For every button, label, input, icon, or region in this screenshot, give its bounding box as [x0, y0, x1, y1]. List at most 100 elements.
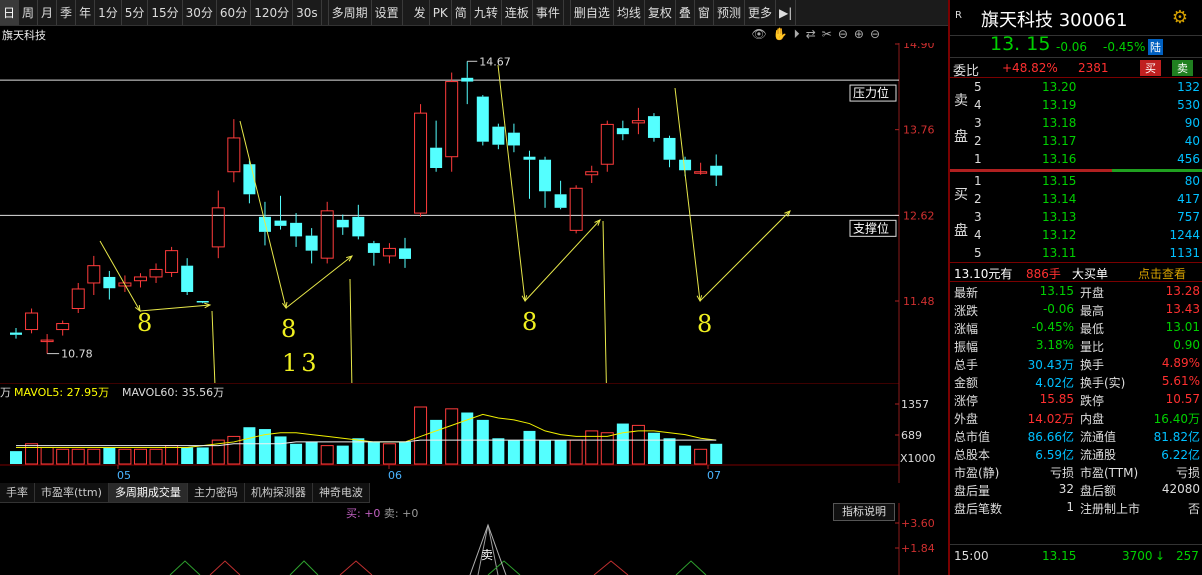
candle: [616, 120, 629, 141]
vol-tick-label: 1357: [901, 398, 929, 411]
indicator-tab-0[interactable]: 手率: [0, 483, 35, 502]
volume-bar: [445, 408, 459, 465]
support-label: 支撑位: [853, 220, 889, 235]
tool-btn-12[interactable]: 预测: [714, 0, 745, 25]
tool-btn-9[interactable]: 复权: [645, 0, 676, 25]
period-tab-3[interactable]: 季: [57, 0, 77, 25]
volume-bar: [10, 451, 22, 464]
buy-button[interactable]: 买: [1140, 60, 1161, 76]
tool-btn-14[interactable]: ▶|: [776, 0, 797, 25]
swap-icon[interactable]: ⇄: [806, 27, 816, 42]
big-order-qty: 886手: [1026, 267, 1061, 281]
tool-btn-11[interactable]: 窗: [695, 0, 714, 25]
indicator-tab-5[interactable]: 神奇电波: [313, 483, 370, 502]
candle: [399, 237, 411, 268]
stat-label: 涨跌: [954, 304, 979, 318]
indicator-tab-2[interactable]: 多周期成交量: [108, 483, 188, 502]
stat-label: 最高: [1080, 304, 1105, 318]
eye-icon[interactable]: 👁: [751, 27, 766, 42]
ask-row[interactable]: 3 13.18 90: [950, 116, 1202, 134]
tool-btn-6[interactable]: [564, 0, 571, 25]
stat-value: 5.61%: [1161, 374, 1200, 388]
volume-bar: [103, 447, 116, 464]
period-tab-13[interactable]: 多周期: [329, 0, 372, 25]
order-price: 13.13: [1042, 210, 1077, 224]
candle: [87, 255, 101, 295]
big-order-link[interactable]: 点击查看: [1138, 265, 1186, 282]
tool-btn-10[interactable]: 叠: [676, 0, 695, 25]
period-tab-9[interactable]: 60分: [217, 0, 252, 25]
period-tab-4[interactable]: 年: [76, 0, 96, 25]
gear-icon[interactable]: ⚙: [1172, 7, 1188, 28]
candle: [430, 120, 443, 172]
volume-bar: [133, 448, 147, 465]
period-tab-10[interactable]: 120分: [251, 0, 294, 25]
tool-btn-5[interactable]: 事件: [533, 0, 564, 25]
period-tab-5[interactable]: 1分: [95, 0, 122, 25]
indicator-tab-4[interactable]: 机构探测器: [245, 483, 313, 502]
annotation-number: 8: [522, 308, 537, 336]
minus-circle-icon[interactable]: ⊖: [870, 27, 880, 42]
bid-row[interactable]: 2 13.14 417: [950, 192, 1202, 210]
candle: [40, 334, 54, 354]
stat-row: 最新 13.15 开盘 13.28: [950, 284, 1202, 302]
tool-btn-3[interactable]: 九转: [471, 0, 502, 25]
resistance-label: 压力位: [853, 85, 889, 100]
volume-bar: [554, 440, 567, 464]
chart-title-bar: 旗天科技 👁 ✋ ⏵ ⇄ ✂ ⊖ ⊕ ⊖: [0, 26, 948, 43]
period-tab-6[interactable]: 5分: [122, 0, 149, 25]
candle: [10, 328, 22, 339]
tool-btn-1[interactable]: PK: [430, 0, 452, 25]
stat-value: 1: [1066, 500, 1074, 514]
period-tab-0[interactable]: 日: [0, 0, 20, 25]
period-tab-11[interactable]: 30s: [293, 0, 322, 25]
support-label-box: 支撑位: [849, 219, 897, 237]
stat-label: 盘后笔数: [954, 502, 1003, 516]
ask-row[interactable]: 2 13.17 40: [950, 134, 1202, 152]
stat-label: 总股本: [954, 448, 991, 462]
ask-row[interactable]: 4 13.19 530: [950, 98, 1202, 116]
candle: [492, 123, 505, 150]
tool-btn-4[interactable]: 连板: [502, 0, 533, 25]
price-tick-label: 12.62: [903, 209, 935, 222]
stat-value: 13.28: [1165, 284, 1200, 298]
volume-bar: [56, 448, 70, 465]
period-tab-8[interactable]: 30分: [183, 0, 217, 25]
ind-tick-label: +1.84: [901, 542, 935, 555]
period-tab-2[interactable]: 月: [38, 0, 58, 25]
period-tab-12[interactable]: [322, 0, 329, 25]
indicator-tab-1[interactable]: 市盈率(ttm): [35, 483, 109, 502]
bid-row[interactable]: 4 13.12 1244: [950, 228, 1202, 246]
tool-btn-8[interactable]: 均线: [614, 0, 645, 25]
tool-btn-13[interactable]: 更多: [745, 0, 776, 25]
hand-icon[interactable]: ✋: [773, 27, 788, 42]
tool-btn-0[interactable]: 发: [411, 0, 430, 25]
zoom-in-icon[interactable]: ⊕: [854, 27, 864, 42]
tool-btn-7[interactable]: 删自选: [571, 0, 614, 25]
scissors-icon[interactable]: ✂: [822, 27, 832, 42]
volume-bar: [663, 438, 676, 464]
play-icon[interactable]: ⏵: [794, 27, 800, 42]
stat-label: 金额: [954, 376, 979, 390]
tool-btn-2[interactable]: 简: [452, 0, 471, 25]
bid-row[interactable]: 3 13.13 757: [950, 210, 1202, 228]
bid-row[interactable]: 1 13.15 80: [950, 174, 1202, 192]
volume-bar: [149, 448, 163, 465]
stat-value: 亏损: [1175, 466, 1200, 480]
order-level: 3: [974, 210, 982, 224]
sell-button[interactable]: 卖: [1172, 60, 1193, 76]
trade-price: 13.15: [1042, 549, 1077, 563]
price-chart[interactable]: 14.90 13.76 12.62 11.48 压力位支撑位 14.67 10.78 8 8 8 8…: [0, 43, 948, 383]
zoom-out-icon[interactable]: ⊖: [838, 27, 848, 42]
stat-row: 总股本 6.59亿 流通股 6.22亿: [950, 446, 1202, 464]
order-volume: 80: [1184, 174, 1200, 188]
indicator-explain-button[interactable]: 指标说明: [833, 503, 895, 521]
indicator-tab-3[interactable]: 主力密码: [188, 483, 245, 502]
volume-bar: [600, 432, 614, 465]
period-tab-7[interactable]: 15分: [148, 0, 183, 25]
period-tab-1[interactable]: 周: [19, 0, 39, 25]
period-tab-14[interactable]: 设置: [372, 0, 403, 25]
signal-peak: [469, 523, 507, 575]
volume-chart[interactable]: 万 MAVOL5: 27.95万 MAVOL60: 35.56万 1357 689 X10…: [0, 383, 948, 483]
ask-row[interactable]: 5 13.20 132: [950, 80, 1202, 98]
